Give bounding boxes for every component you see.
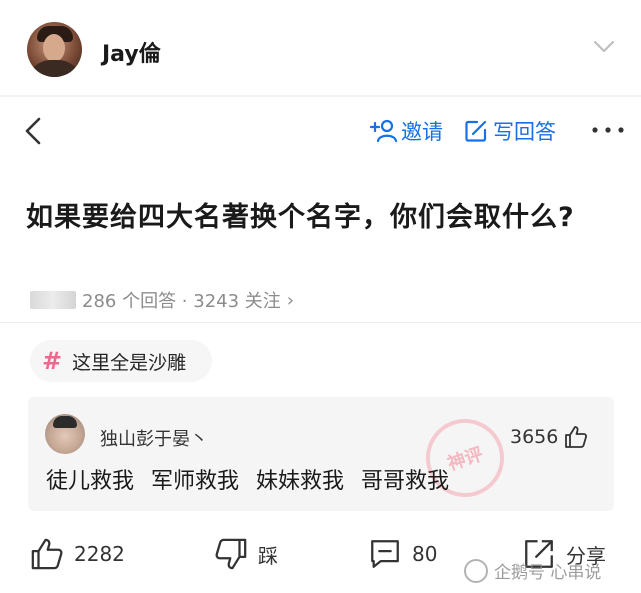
question-meta[interactable]: 286 个回答 · 3243 关注 › (30, 287, 294, 313)
chevron-down-icon[interactable] (593, 40, 615, 54)
write-answer-label: 写回答 (493, 120, 556, 144)
comment-like-button[interactable]: 3656 (510, 425, 588, 449)
hashtag-icon: # (42, 347, 63, 375)
back-arrow-icon[interactable] (24, 116, 42, 146)
like-button[interactable]: 2282 (30, 536, 125, 572)
invite-label: 邀请 (401, 120, 443, 144)
comment-count: 80 (412, 542, 438, 566)
more-options-icon[interactable] (591, 122, 625, 138)
comment-text: 徒儿救我 军师救我 妹妹救我 哥哥救我 (46, 469, 449, 494)
watermark-text: 企鹅号 心串说 (494, 563, 602, 583)
topic-label: 这里全是沙雕 (72, 351, 187, 374)
edit-icon (465, 120, 487, 142)
like-count: 2282 (74, 542, 125, 566)
commenter-avatar[interactable] (45, 414, 85, 454)
thumbs-up-icon (31, 538, 63, 570)
header-divider (0, 95, 641, 97)
dislike-button[interactable]: 踩 (214, 536, 278, 572)
thumbs-down-icon (215, 538, 247, 570)
author-name[interactable]: Jay倫 (102, 36, 161, 68)
dislike-label: 踩 (258, 543, 278, 568)
author-header[interactable]: Jay倫 (0, 0, 641, 95)
watermark-logo-icon (464, 558, 488, 583)
watermark: 企鹅号 心串说 (464, 558, 601, 583)
topic-tag[interactable]: # 这里全是沙雕 (30, 340, 212, 382)
comment-bubble-icon (371, 540, 399, 568)
commenter-name[interactable]: 独山彭于晏丶 (100, 425, 208, 451)
write-answer-button[interactable]: 写回答 (465, 116, 556, 146)
blurred-placeholder (30, 291, 76, 309)
question-divider (0, 322, 641, 323)
thumbs-up-icon (565, 426, 588, 448)
invite-button[interactable]: 邀请 (369, 116, 443, 146)
invite-user-icon (369, 119, 397, 143)
chevron-right-icon: › (286, 289, 294, 311)
question-title[interactable]: 如果要给四大名著换个名字，你们会取什么? (26, 196, 586, 240)
comment-like-count: 3656 (510, 426, 559, 448)
answer-page: Jay倫 邀请 写回答 如果要给四大名著换个名字，你们会取什么? 286 个回答… (0, 0, 641, 593)
featured-comment-card[interactable]: 独山彭于晏丶 神评 3656 徒儿救我 军师救我 妹妹救我 哥哥救我 (28, 397, 614, 511)
author-avatar[interactable] (27, 22, 82, 77)
question-stats: 286 个回答 · 3243 关注 (82, 291, 281, 312)
comment-button[interactable]: 80 (368, 536, 437, 572)
